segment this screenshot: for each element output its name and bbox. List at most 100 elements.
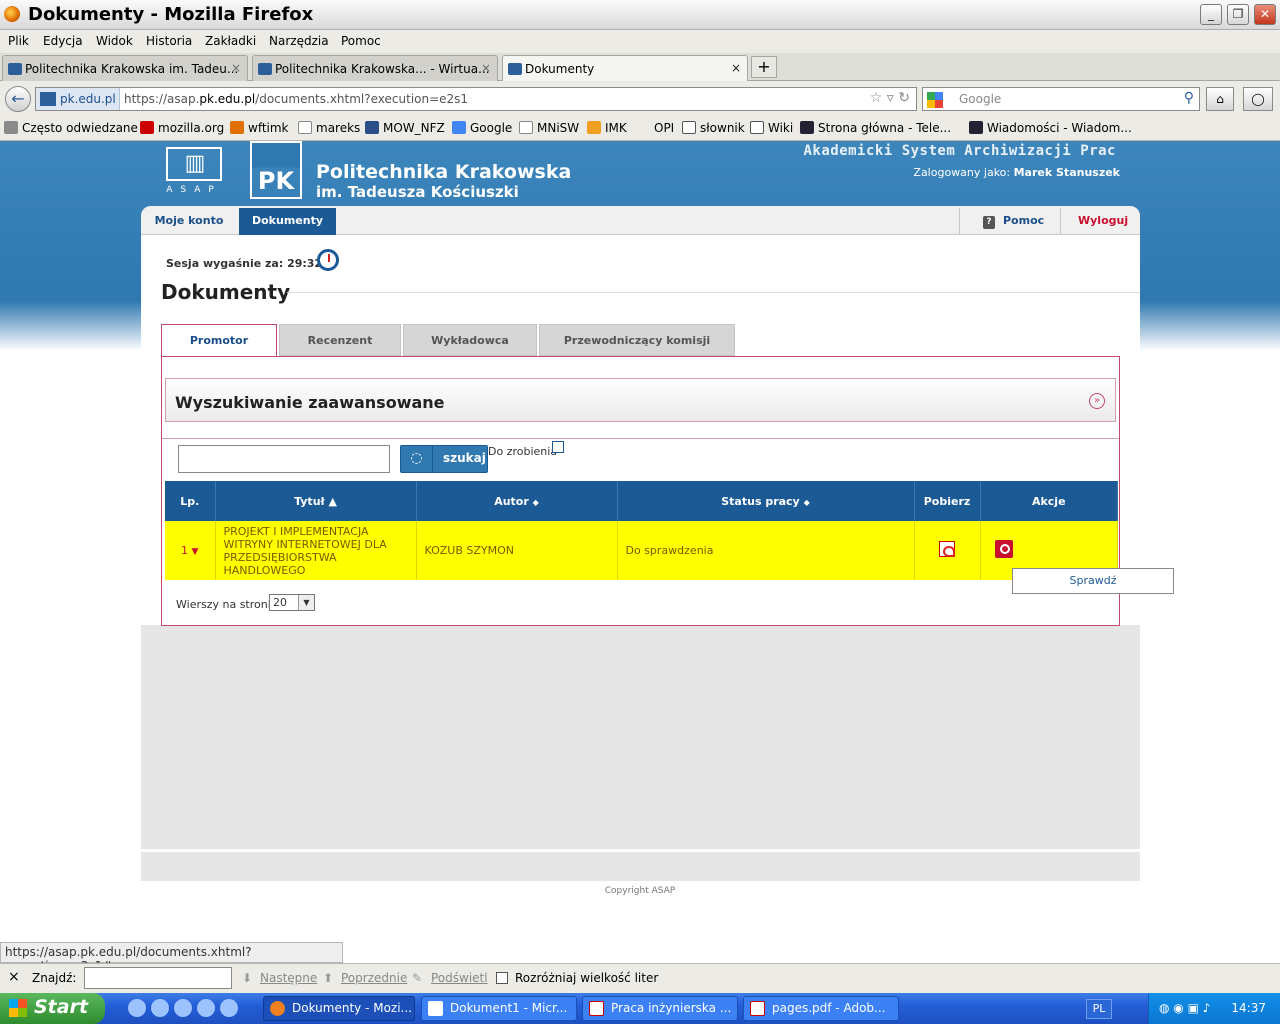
highlight-icon: ✎ <box>412 971 423 985</box>
tray-icons[interactable]: ◍ ◉ ▣ ♪ <box>1159 1001 1210 1015</box>
check-tooltip: Sprawdź <box>1012 568 1174 594</box>
url-text[interactable]: https://asap.pk.edu.pl/documents.xhtml?e… <box>124 92 468 106</box>
bookmark-item[interactable]: Wiadomości - Wiadom... <box>969 121 1132 135</box>
dropdown-icon[interactable]: ▿ <box>887 90 894 106</box>
bookmark-item[interactable]: MOW_NFZ <box>365 121 445 135</box>
rows-per-page-select[interactable]: 20 ▼ <box>269 594 315 611</box>
bookmark-item[interactable]: Często odwiedzane <box>4 121 138 135</box>
start-label: Start <box>34 996 89 1018</box>
bookmark-item[interactable]: wftimk <box>230 121 289 135</box>
bookmark-item[interactable]: mareks <box>298 121 360 135</box>
pdf-download-icon[interactable] <box>939 541 955 557</box>
menu-history[interactable]: Historia <box>146 34 192 48</box>
back-button[interactable]: ← <box>5 86 31 112</box>
header-author[interactable]: Autor ◆ <box>416 481 618 521</box>
home-button[interactable]: ⌂ <box>1206 87 1234 111</box>
copyright-text: Copyright ASAP <box>604 886 676 896</box>
addon-button[interactable]: ◯ <box>1243 87 1273 111</box>
minimize-button[interactable]: _ <box>1200 4 1222 25</box>
mozilla-icon <box>140 121 154 134</box>
windows-taskbar: Start Dokumenty - Mozi... Dokument1 - Mi… <box>0 993 1280 1024</box>
nav-logout[interactable]: Wyloguj <box>1078 208 1128 235</box>
menu-view[interactable]: Widok <box>96 34 133 48</box>
browser-tab-dokumenty[interactable]: Dokumenty × <box>502 55 748 82</box>
expand-toggle-icon[interactable]: » <box>1089 393 1105 409</box>
cell-lp: 1 ▼ <box>165 521 216 580</box>
close-tab-icon[interactable]: × <box>231 61 241 75</box>
header-title[interactable]: Tytuł ▲ <box>215 481 417 521</box>
tab-recenzent[interactable]: Recenzent <box>279 324 401 356</box>
reload-icon[interactable]: ↻ <box>898 90 910 106</box>
quicklaunch-icon[interactable] <box>151 999 169 1017</box>
highlight-button[interactable]: Podświetl <box>431 971 488 985</box>
google-icon[interactable] <box>927 92 943 108</box>
quicklaunch-icon[interactable] <box>220 999 238 1017</box>
pk-logo[interactable]: PK <box>250 141 302 199</box>
maximize-button[interactable]: ❐ <box>1227 4 1249 25</box>
bookmark-item[interactable]: mozilla.org <box>140 121 224 135</box>
bookmark-item[interactable]: słownik <box>682 121 745 135</box>
web-page: ▥ ASAP PK Politechnika Krakowska im. Tad… <box>0 141 1280 942</box>
bookmark-item[interactable]: IMK <box>587 121 627 135</box>
search-input[interactable] <box>178 445 390 473</box>
match-case-checkbox[interactable] <box>496 972 508 984</box>
site-identity[interactable]: pk.edu.pl <box>36 88 120 110</box>
header-status[interactable]: Status pracy ◆ <box>617 481 915 521</box>
bookmark-item[interactable]: OPI <box>654 121 674 135</box>
bookmark-item[interactable]: MNiSW <box>519 121 579 135</box>
menu-file[interactable]: Plik <box>8 34 29 48</box>
search-bar[interactable]: Google ⚲ <box>922 87 1200 111</box>
taskbar-item-adobe[interactable]: pages.pdf - Adob... <box>743 996 899 1021</box>
nav-documents[interactable]: Dokumenty <box>239 208 336 235</box>
table-row[interactable]: 1 ▼ PROJEKT I IMPLEMENTACJA WITRYNY INTE… <box>165 521 1118 580</box>
find-prev-button[interactable]: Poprzednie <box>341 971 407 985</box>
expand-row-icon[interactable]: ▼ <box>192 547 199 557</box>
advanced-search-header[interactable]: Wyszukiwanie zaawansowane » <box>165 378 1116 422</box>
menu-edit[interactable]: Edycja <box>43 34 83 48</box>
url-bar[interactable]: pk.edu.pl https://asap.pk.edu.pl/documen… <box>35 87 917 111</box>
search-icon[interactable]: ⚲ <box>1184 90 1194 106</box>
menu-tools[interactable]: Narzędzia <box>269 34 329 48</box>
tab-promotor[interactable]: Promotor <box>161 324 277 358</box>
taskbar-item-word[interactable]: Dokument1 - Micr... <box>421 996 577 1021</box>
quicklaunch-icon[interactable] <box>128 999 146 1017</box>
asap-logo[interactable]: ▥ ASAP <box>165 147 223 197</box>
quicklaunch-icon[interactable] <box>197 999 215 1017</box>
bookmark-item[interactable]: Strona główna - Tele... <box>800 121 951 135</box>
start-button[interactable]: Start <box>0 993 105 1024</box>
cell-author: KOZUB SZYMON <box>416 521 618 580</box>
browser-tab-virtual[interactable]: Politechnika Krakowska... - Wirtua... × <box>252 55 498 81</box>
cell-download <box>914 521 981 580</box>
browser-tab-pk[interactable]: Politechnika Krakowska im. Tadeu... × <box>2 55 248 81</box>
close-window-button[interactable]: ✕ <box>1254 4 1276 25</box>
find-input[interactable] <box>84 967 232 989</box>
firefox-icon <box>270 1001 285 1016</box>
taskbar-item-firefox[interactable]: Dokumenty - Mozi... <box>263 996 415 1021</box>
nav-my-account[interactable]: Moje konto <box>146 208 232 235</box>
close-tab-icon[interactable]: × <box>481 61 491 75</box>
browser-tab-bar: Politechnika Krakowska im. Tadeu... × Po… <box>0 53 1280 82</box>
search-button[interactable]: ◌ szukaj <box>400 445 488 473</box>
bookmark-item[interactable]: Wiki <box>750 121 793 135</box>
pdf-icon <box>589 1001 604 1016</box>
bookmark-icon <box>969 121 983 134</box>
menu-bookmarks[interactable]: Zakładki <box>205 34 256 48</box>
tab-wykladowca[interactable]: Wykładowca <box>403 324 537 356</box>
language-indicator[interactable]: PL <box>1086 999 1112 1019</box>
sort-asc-icon: ▲ <box>328 494 337 508</box>
close-findbar-icon[interactable]: × <box>8 969 20 985</box>
close-tab-icon[interactable]: × <box>731 61 741 75</box>
check-document-icon[interactable] <box>994 540 1013 558</box>
sort-icon: ◆ <box>532 497 539 507</box>
tab-przewodniczacy[interactable]: Przewodniczący komisji <box>539 324 735 356</box>
new-tab-button[interactable]: + <box>751 56 777 78</box>
chevron-down-icon: ▼ <box>298 595 314 610</box>
menu-help[interactable]: Pomoc <box>341 34 381 48</box>
taskbar-item-pdf[interactable]: Praca inżynierska ... <box>582 996 738 1021</box>
bookmark-star-icon[interactable]: ☆ <box>870 90 883 106</box>
bookmark-item[interactable]: Google <box>452 121 512 135</box>
find-next-button[interactable]: Następne <box>260 971 317 985</box>
todo-checkbox[interactable] <box>552 441 564 453</box>
nav-help[interactable]: ? Pomoc <box>983 208 1044 235</box>
quicklaunch-icon[interactable] <box>174 999 192 1017</box>
